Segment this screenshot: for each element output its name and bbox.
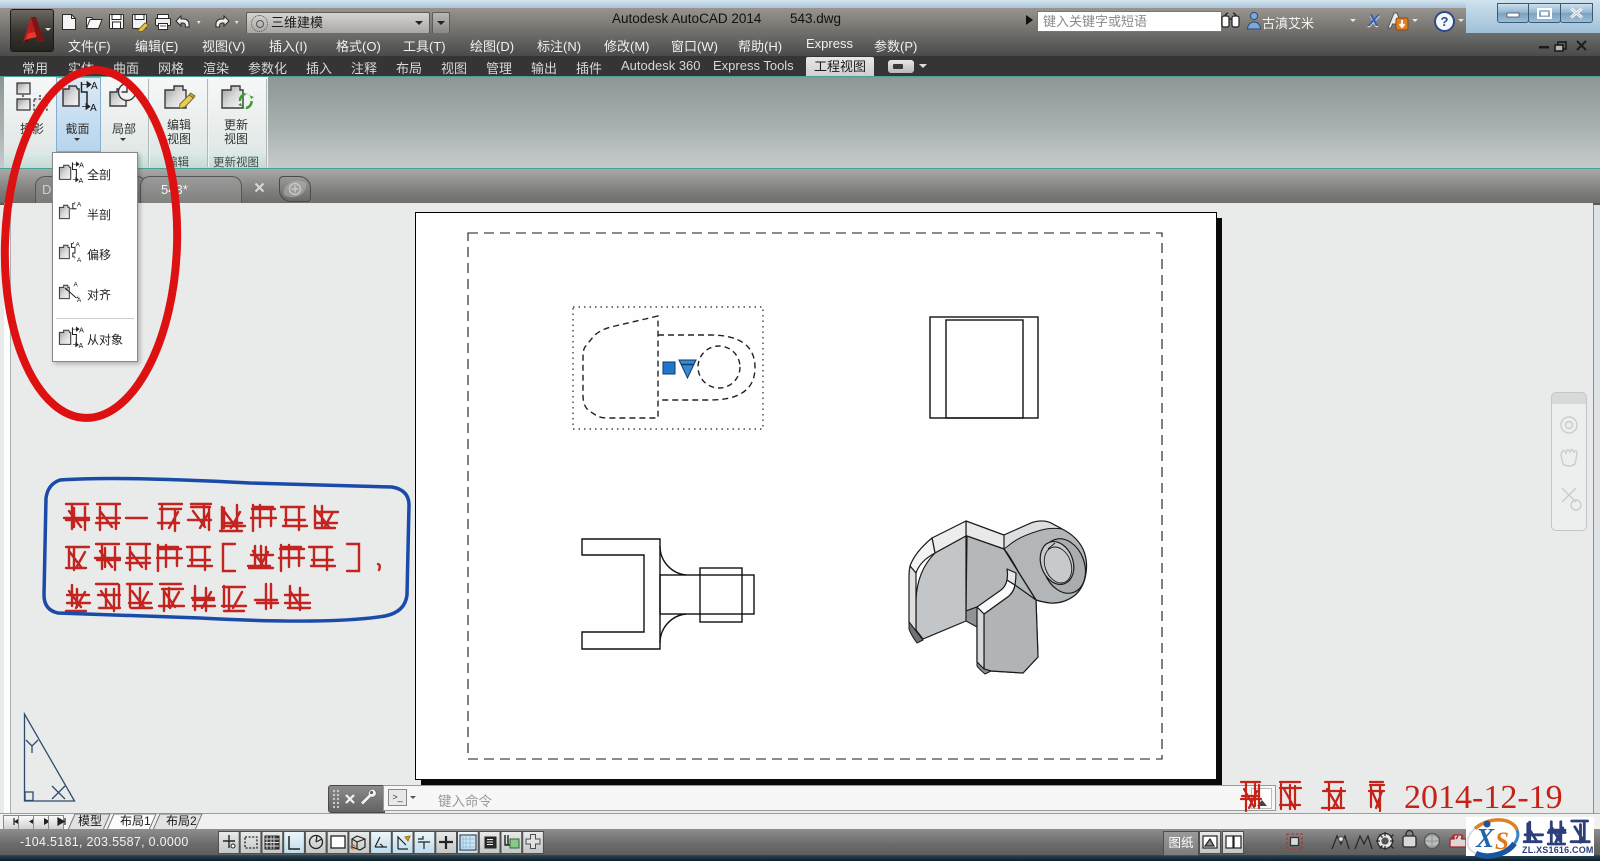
svg-text:X: X: [1475, 823, 1495, 853]
svg-text:S: S: [1495, 828, 1509, 855]
